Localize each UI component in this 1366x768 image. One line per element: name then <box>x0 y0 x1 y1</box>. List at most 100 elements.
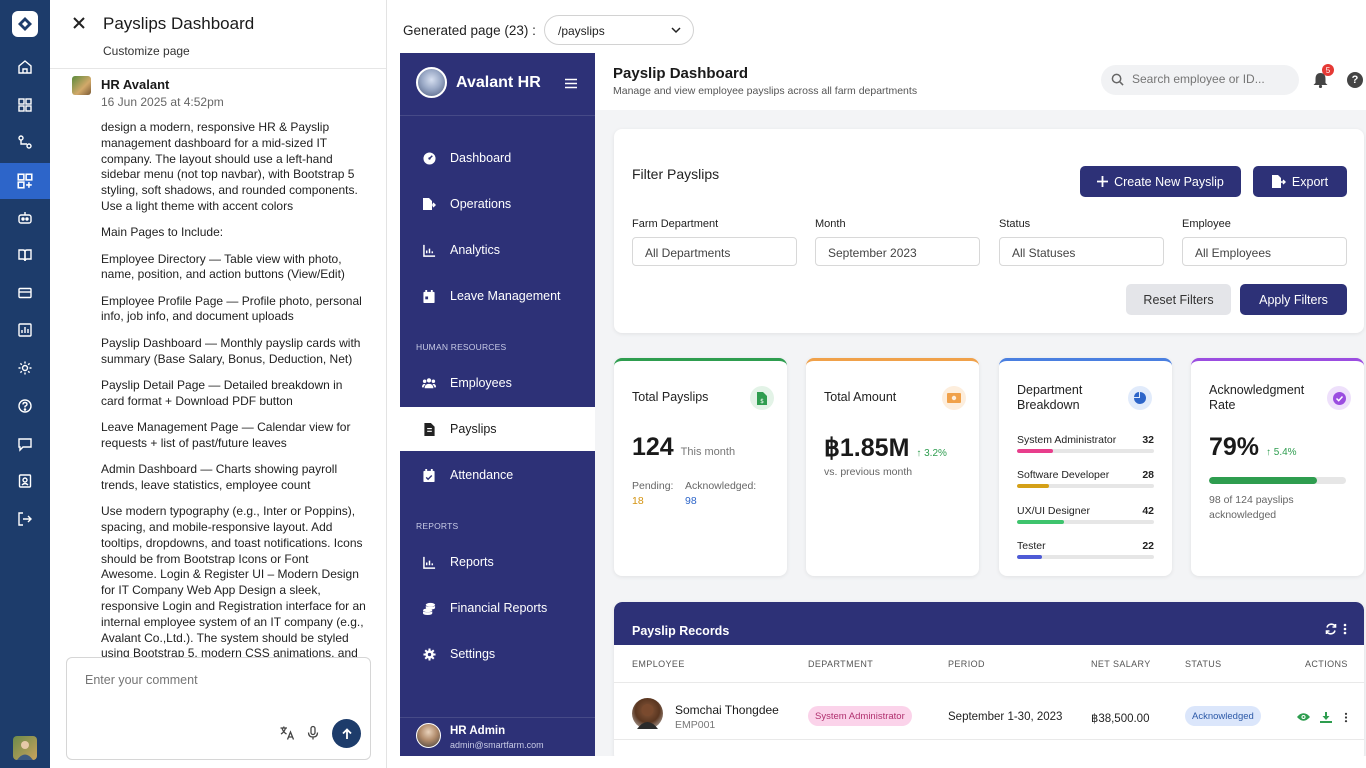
message-paragraph: Main Pages to Include: <box>101 225 224 240</box>
author-avatar <box>72 76 91 95</box>
department-select[interactable]: All Departments <box>632 237 797 266</box>
generated-page-label: Generated page (23) : <box>403 23 536 38</box>
column-header[interactable]: STATUS <box>1185 659 1222 669</box>
refresh-icon[interactable] <box>1325 623 1337 635</box>
department-row: Software Developer 28 <box>1017 469 1154 488</box>
trend-value: 3.2% <box>924 448 947 459</box>
acknowledged-value: 98 <box>685 495 697 507</box>
column-header[interactable]: DEPARTMENT <box>808 659 873 669</box>
robot-icon[interactable] <box>9 202 41 234</box>
department-bar-fill <box>1017 484 1049 488</box>
create-payslip-label: Create New Payslip <box>1114 174 1224 189</box>
department-name: UX/UI Designer <box>1017 505 1090 517</box>
comment-input[interactable] <box>85 673 285 687</box>
reset-filters-button[interactable]: Reset Filters <box>1126 284 1231 315</box>
export-label: Export <box>1291 174 1329 189</box>
ack-rate-value: 79% <box>1209 433 1260 461</box>
filter-label-status: Status <box>999 218 1031 230</box>
nav-item-dashboard[interactable]: Dashboard <box>400 136 595 180</box>
nav-item-attendance[interactable]: Attendance <box>400 453 595 497</box>
export-button[interactable]: Export <box>1253 166 1347 197</box>
employee-select-value: All Employees <box>1195 246 1272 260</box>
column-header[interactable]: NET SALARY <box>1091 659 1151 669</box>
nav-item-financial-reports[interactable]: Financial Reports <box>400 586 595 630</box>
create-payslip-button[interactable]: Create New Payslip <box>1080 166 1241 197</box>
logout-icon[interactable] <box>9 503 41 535</box>
ack-progress-fill <box>1209 477 1318 484</box>
page-subtitle: Manage and view employee payslips across… <box>613 85 918 97</box>
total-payslips-card: Total Payslips $ 124 This month Pending:… <box>614 358 787 576</box>
trend-up: ↑ 3.2% <box>916 448 947 459</box>
report-icon[interactable] <box>9 314 41 346</box>
admin-email: admin@smartfarm.com <box>450 740 544 750</box>
more-vertical-icon[interactable] <box>1343 623 1347 635</box>
download-icon[interactable] <box>1320 712 1332 723</box>
calendar-check-icon <box>422 468 436 482</box>
gear-icon[interactable] <box>9 352 41 384</box>
nav-label: Analytics <box>450 243 501 257</box>
department-bar <box>1017 484 1154 488</box>
app-sidebar: Avalant HR Dashboard Operations Analytic… <box>400 53 595 756</box>
nav-item-operations[interactable]: Operations <box>400 182 595 226</box>
dashboard-grid-icon[interactable] <box>9 89 41 121</box>
nav-item-analytics[interactable]: Analytics <box>400 228 595 272</box>
stat-title: Total Payslips <box>632 390 709 404</box>
app-logo-icon[interactable] <box>12 11 38 37</box>
view-icon[interactable] <box>1297 712 1310 722</box>
microphone-icon[interactable] <box>305 725 321 741</box>
nav-item-employees[interactable]: Employees <box>400 361 595 405</box>
message-paragraph: Payslip Detail Page — Detailed breakdown… <box>101 377 343 408</box>
book-icon[interactable] <box>9 239 41 271</box>
nav-item-settings[interactable]: Settings <box>400 632 595 676</box>
message-paragraph: Employee Directory — Table view with pho… <box>101 251 345 282</box>
search-input[interactable] <box>1132 72 1282 86</box>
trend-value: 5.4% <box>1273 447 1297 458</box>
card-icon[interactable] <box>9 277 41 309</box>
apps-add-icon[interactable] <box>0 163 50 199</box>
status-select[interactable]: All Statuses <box>999 237 1164 266</box>
more-vertical-icon[interactable] <box>1344 712 1348 723</box>
send-button[interactable] <box>332 719 361 748</box>
home-icon[interactable] <box>9 51 41 83</box>
page-select[interactable]: /payslips <box>544 15 694 45</box>
payslip-records-card: Payslip Records EMPLOYEE DEPARTMENT PERI… <box>614 602 1364 756</box>
department-row: UX/UI Designer 42 <box>1017 505 1154 524</box>
divider <box>614 682 1364 683</box>
check-circle-icon <box>1327 386 1351 410</box>
chat-panel: Payslips Dashboard Customize page HR Ava… <box>50 0 387 768</box>
apply-filters-button[interactable]: Apply Filters <box>1240 284 1347 315</box>
nav-item-reports[interactable]: Reports <box>400 540 595 584</box>
department-badge: System Administrator <box>808 706 912 726</box>
gear-icon <box>422 647 436 661</box>
workflow-icon[interactable] <box>9 126 41 158</box>
employee-select[interactable]: All Employees <box>1182 237 1347 266</box>
employee-id: EMP001 <box>675 719 716 731</box>
calendar-icon <box>422 289 436 303</box>
chat-icon[interactable] <box>9 428 41 460</box>
department-bar <box>1017 520 1154 524</box>
pending-label: Pending: <box>632 480 674 492</box>
panel-subtitle: Customize page <box>103 44 190 58</box>
stat-note: 98 of 124 payslips acknowledged <box>1209 494 1294 521</box>
invoice-icon <box>422 422 436 436</box>
nav-item-leave-management[interactable]: Leave Management <box>400 274 595 318</box>
svg-text:$: $ <box>760 398 764 405</box>
brand[interactable]: Avalant HR <box>416 67 541 98</box>
admin-avatar[interactable] <box>416 723 441 748</box>
pending-value: 18 <box>632 495 644 507</box>
period: September 1-30, 2023 <box>948 711 1063 723</box>
translate-icon[interactable] <box>279 725 295 741</box>
column-header[interactable]: PERIOD <box>948 659 985 669</box>
column-header[interactable]: EMPLOYEE <box>632 659 685 669</box>
close-icon[interactable] <box>72 16 86 30</box>
contact-card-icon[interactable] <box>9 465 41 497</box>
department-count: 42 <box>1142 505 1154 517</box>
hamburger-menu-icon[interactable] <box>565 78 577 89</box>
user-avatar[interactable] <box>13 736 37 760</box>
month-select[interactable]: September 2023 <box>815 237 980 266</box>
help-icon[interactable] <box>9 390 41 422</box>
nav-label: Attendance <box>450 468 514 482</box>
help-icon[interactable]: ? <box>1347 72 1363 88</box>
filter-label-employee: Employee <box>1182 218 1231 230</box>
nav-item-payslips[interactable]: Payslips <box>400 407 595 451</box>
